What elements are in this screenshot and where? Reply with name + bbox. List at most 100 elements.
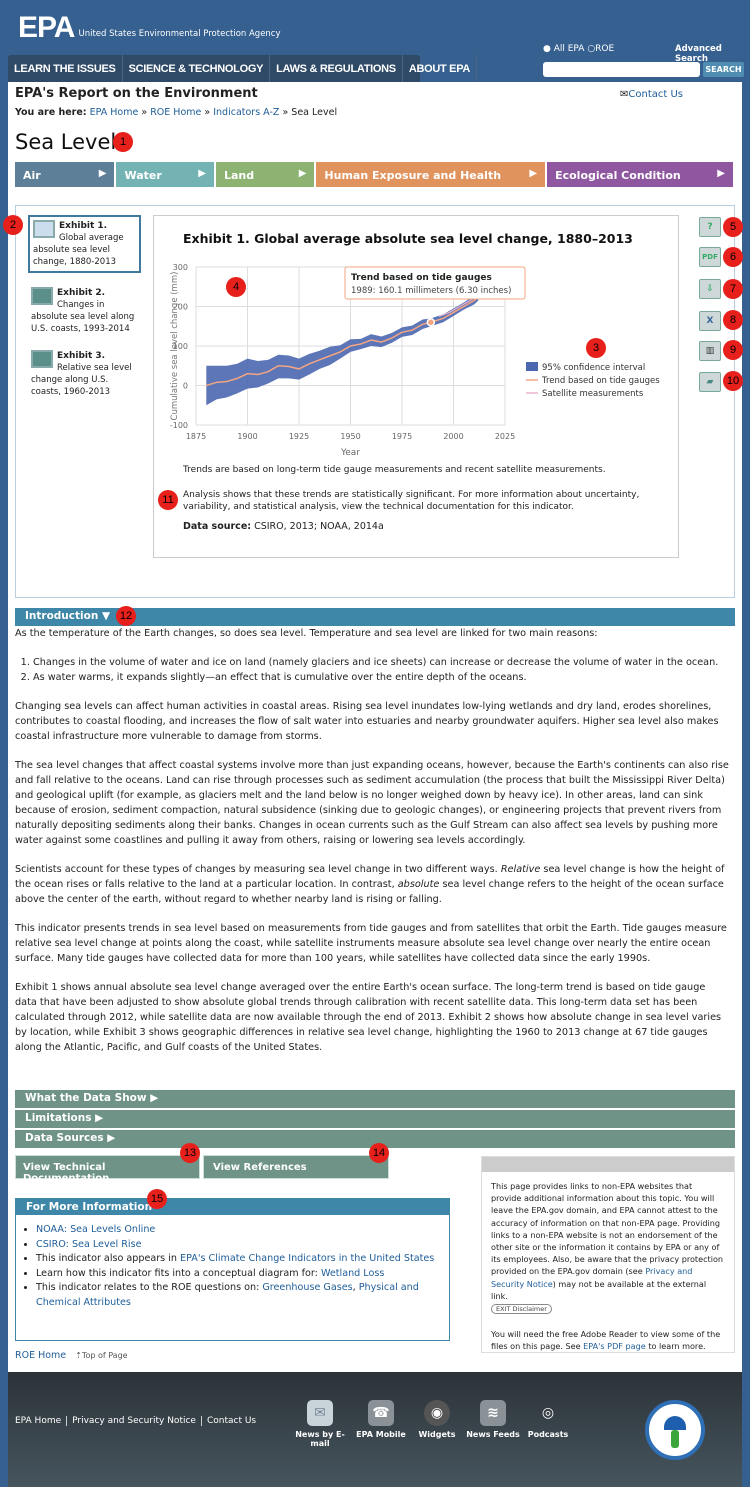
climate-indicators-link[interactable]: EPA's Climate Change Indicators in the U… <box>180 1253 434 1264</box>
footer-icon-label: EPA Mobile <box>356 1430 406 1439</box>
breadcrumb-prefix: You are here: <box>15 107 87 118</box>
csiro-link[interactable]: CSIRO: Sea Level Rise <box>36 1239 141 1250</box>
x-tick-label: 2000 <box>443 432 463 441</box>
seal-globe <box>664 1416 686 1430</box>
map-icon[interactable]: ▰ <box>699 372 721 392</box>
text: This indicator also appears in <box>36 1253 181 1264</box>
seal-plant <box>671 1430 679 1448</box>
footer-privacy[interactable]: Privacy and Security Notice <box>67 1416 202 1426</box>
source-value: CSIRO, 2013; NOAA, 2014a <box>254 521 384 532</box>
list-item: CSIRO: Sea Level Rise <box>36 1238 449 1253</box>
topic-water[interactable]: Water ▶ <box>116 162 214 187</box>
advanced-search-link[interactable]: Advanced Search <box>675 44 750 64</box>
exhibit-1-link[interactable]: Exhibit 1. Global average absolute sea l… <box>28 215 141 273</box>
annotation-badge: 3 <box>586 338 606 358</box>
exhibit-2-link[interactable]: Exhibit 2. Changes in absolute sea level… <box>28 284 141 338</box>
legend-label: 95% confidence interval <box>542 363 645 373</box>
footer-epa-home[interactable]: EPA Home <box>15 1416 68 1426</box>
sep: » <box>204 107 211 118</box>
hover-point <box>426 318 436 327</box>
what-data-show-header[interactable]: What the Data Show ▶ <box>15 1090 735 1108</box>
arrow-right-icon: ▶ <box>107 1132 116 1144</box>
download-icon[interactable]: ⇩ <box>699 279 721 299</box>
exhibit-3-link[interactable]: Exhibit 3. Relative sea level change alo… <box>28 347 141 401</box>
crumb-roe-home[interactable]: ROE Home <box>150 107 201 118</box>
view-references-button[interactable]: View References <box>203 1155 389 1179</box>
topic-land[interactable]: Land ▶ <box>215 162 315 187</box>
news-feeds[interactable]: ≋ News Feeds <box>463 1400 523 1439</box>
x-tick-label: 1975 <box>392 432 412 441</box>
text: Relative <box>500 864 541 875</box>
annotation-badge: 13 <box>180 1143 200 1163</box>
topic-air[interactable]: Air ▶ <box>15 162 115 187</box>
news-by-email[interactable]: ✉ News by E-mail <box>290 1400 350 1448</box>
podcast-icon: ◎ <box>541 1405 555 1421</box>
contact-us-link[interactable]: ✉Contact Us <box>620 89 683 100</box>
podcasts[interactable]: ◎ Podcasts <box>518 1400 578 1439</box>
radio-roe[interactable]: ○ <box>587 44 595 54</box>
topic-ecological[interactable]: Ecological Condition ▶ <box>547 162 733 187</box>
excel-icon[interactable]: X <box>699 311 721 331</box>
search-button[interactable]: SEARCH <box>703 62 744 77</box>
widget-icon: ◉ <box>424 1400 450 1426</box>
annotation-badge: 2 <box>3 215 23 235</box>
section-label: What the Data Show <box>25 1092 147 1104</box>
crumb-epa-home[interactable]: EPA Home <box>90 107 139 118</box>
pdf-icon[interactable]: PDF <box>699 247 721 267</box>
trend-note: Trends are based on long-term tide gauge… <box>183 465 606 475</box>
topic-human-exposure[interactable]: Human Exposure and Health ▶ <box>316 162 546 187</box>
radio-all-label: All EPA <box>553 44 585 54</box>
exit-disclaimer-button[interactable]: EXIT Disclaimer <box>491 1304 552 1315</box>
y-axis-label: Cumulative sea level change (mm) <box>170 272 180 421</box>
noaa-link[interactable]: NOAA: Sea Levels Online <box>36 1224 155 1235</box>
crumb-current: Sea Level <box>291 107 338 118</box>
search-scope: ● All EPA ○ROE <box>543 44 614 54</box>
annotation-badge: 9 <box>723 340 743 360</box>
widgets[interactable]: ◉ Widgets <box>407 1400 467 1439</box>
epa-logo[interactable]: EPA United States Environmental Protectio… <box>18 13 281 43</box>
wetland-loss-link[interactable]: Wetland Loss <box>321 1268 384 1279</box>
nav-laws-regulations[interactable]: LAWS & REGULATIONS <box>270 55 403 82</box>
annotation-badge: 8 <box>723 310 743 330</box>
epa-mobile[interactable]: ☎ EPA Mobile <box>351 1400 411 1439</box>
legend-swatch-ci <box>526 362 538 371</box>
crumb-indicators[interactable]: Indicators A-Z <box>213 107 279 118</box>
footer-links: EPA Home Privacy and Security Notice Conta… <box>15 1416 261 1426</box>
page-title: Sea Level <box>15 130 117 154</box>
tooltip-title: Trend based on tide gauges <box>351 273 492 283</box>
arrow-right-icon: ▶ <box>150 1092 159 1104</box>
help-icon[interactable]: ? <box>699 217 721 237</box>
text: Scientists account for these types of ch… <box>15 864 501 875</box>
more-information-box: For More Information NOAA: Sea Levels On… <box>15 1198 450 1341</box>
footer-icon-label: News by E-mail <box>295 1430 345 1448</box>
text: absolute <box>397 879 440 890</box>
list-item: Learn how this indicator fits into a con… <box>36 1267 449 1282</box>
radio-all-epa[interactable]: ● <box>543 44 554 54</box>
nav-science-technology[interactable]: SCIENCE & TECHNOLOGY <box>123 55 271 82</box>
view-technical-documentation-button[interactable]: View Technical Documentation <box>15 1155 200 1184</box>
annotation-badge: 5 <box>723 217 743 237</box>
tooltip-text: 1989: 160.1 millimeters (6.30 inches) <box>351 286 511 296</box>
annotation-badge: 11 <box>158 490 178 510</box>
x-tick-label: 1925 <box>289 432 309 441</box>
pdf-page-link[interactable]: EPA's PDF page <box>583 1341 646 1351</box>
data-table-icon[interactable]: ▥ <box>699 341 721 361</box>
footer-contact[interactable]: Contact Us <box>202 1416 261 1426</box>
topic-bar: Air ▶ Water ▶ Land ▶ Human Exposure and Hea… <box>15 162 735 187</box>
arrow-right-icon: ▶ <box>529 168 538 179</box>
search-input[interactable] <box>543 62 700 77</box>
nav-learn-issues[interactable]: LEARN THE ISSUES <box>8 55 123 82</box>
exhibit-num: Exhibit 2. <box>57 288 106 298</box>
contact-label: Contact Us <box>628 89 684 100</box>
limitations-header[interactable]: Limitations ▶ <box>15 1110 735 1128</box>
roe-home-link[interactable]: ROE Home <box>15 1350 66 1361</box>
nav-about-epa[interactable]: ABOUT EPA <box>403 55 478 82</box>
x-axis-label: Year <box>340 448 360 458</box>
phone-icon: ☎ <box>368 1400 394 1426</box>
greenhouse-gases-link[interactable]: Greenhouse Gases <box>262 1282 352 1293</box>
section-label: Limitations <box>25 1112 92 1124</box>
top-of-page-link[interactable]: ⇡Top of Page <box>75 1351 127 1360</box>
text: to learn more. <box>645 1341 706 1352</box>
footer-icon-label: Widgets <box>418 1430 456 1439</box>
intro-paragraph: As the temperature of the Earth changes,… <box>15 628 598 639</box>
